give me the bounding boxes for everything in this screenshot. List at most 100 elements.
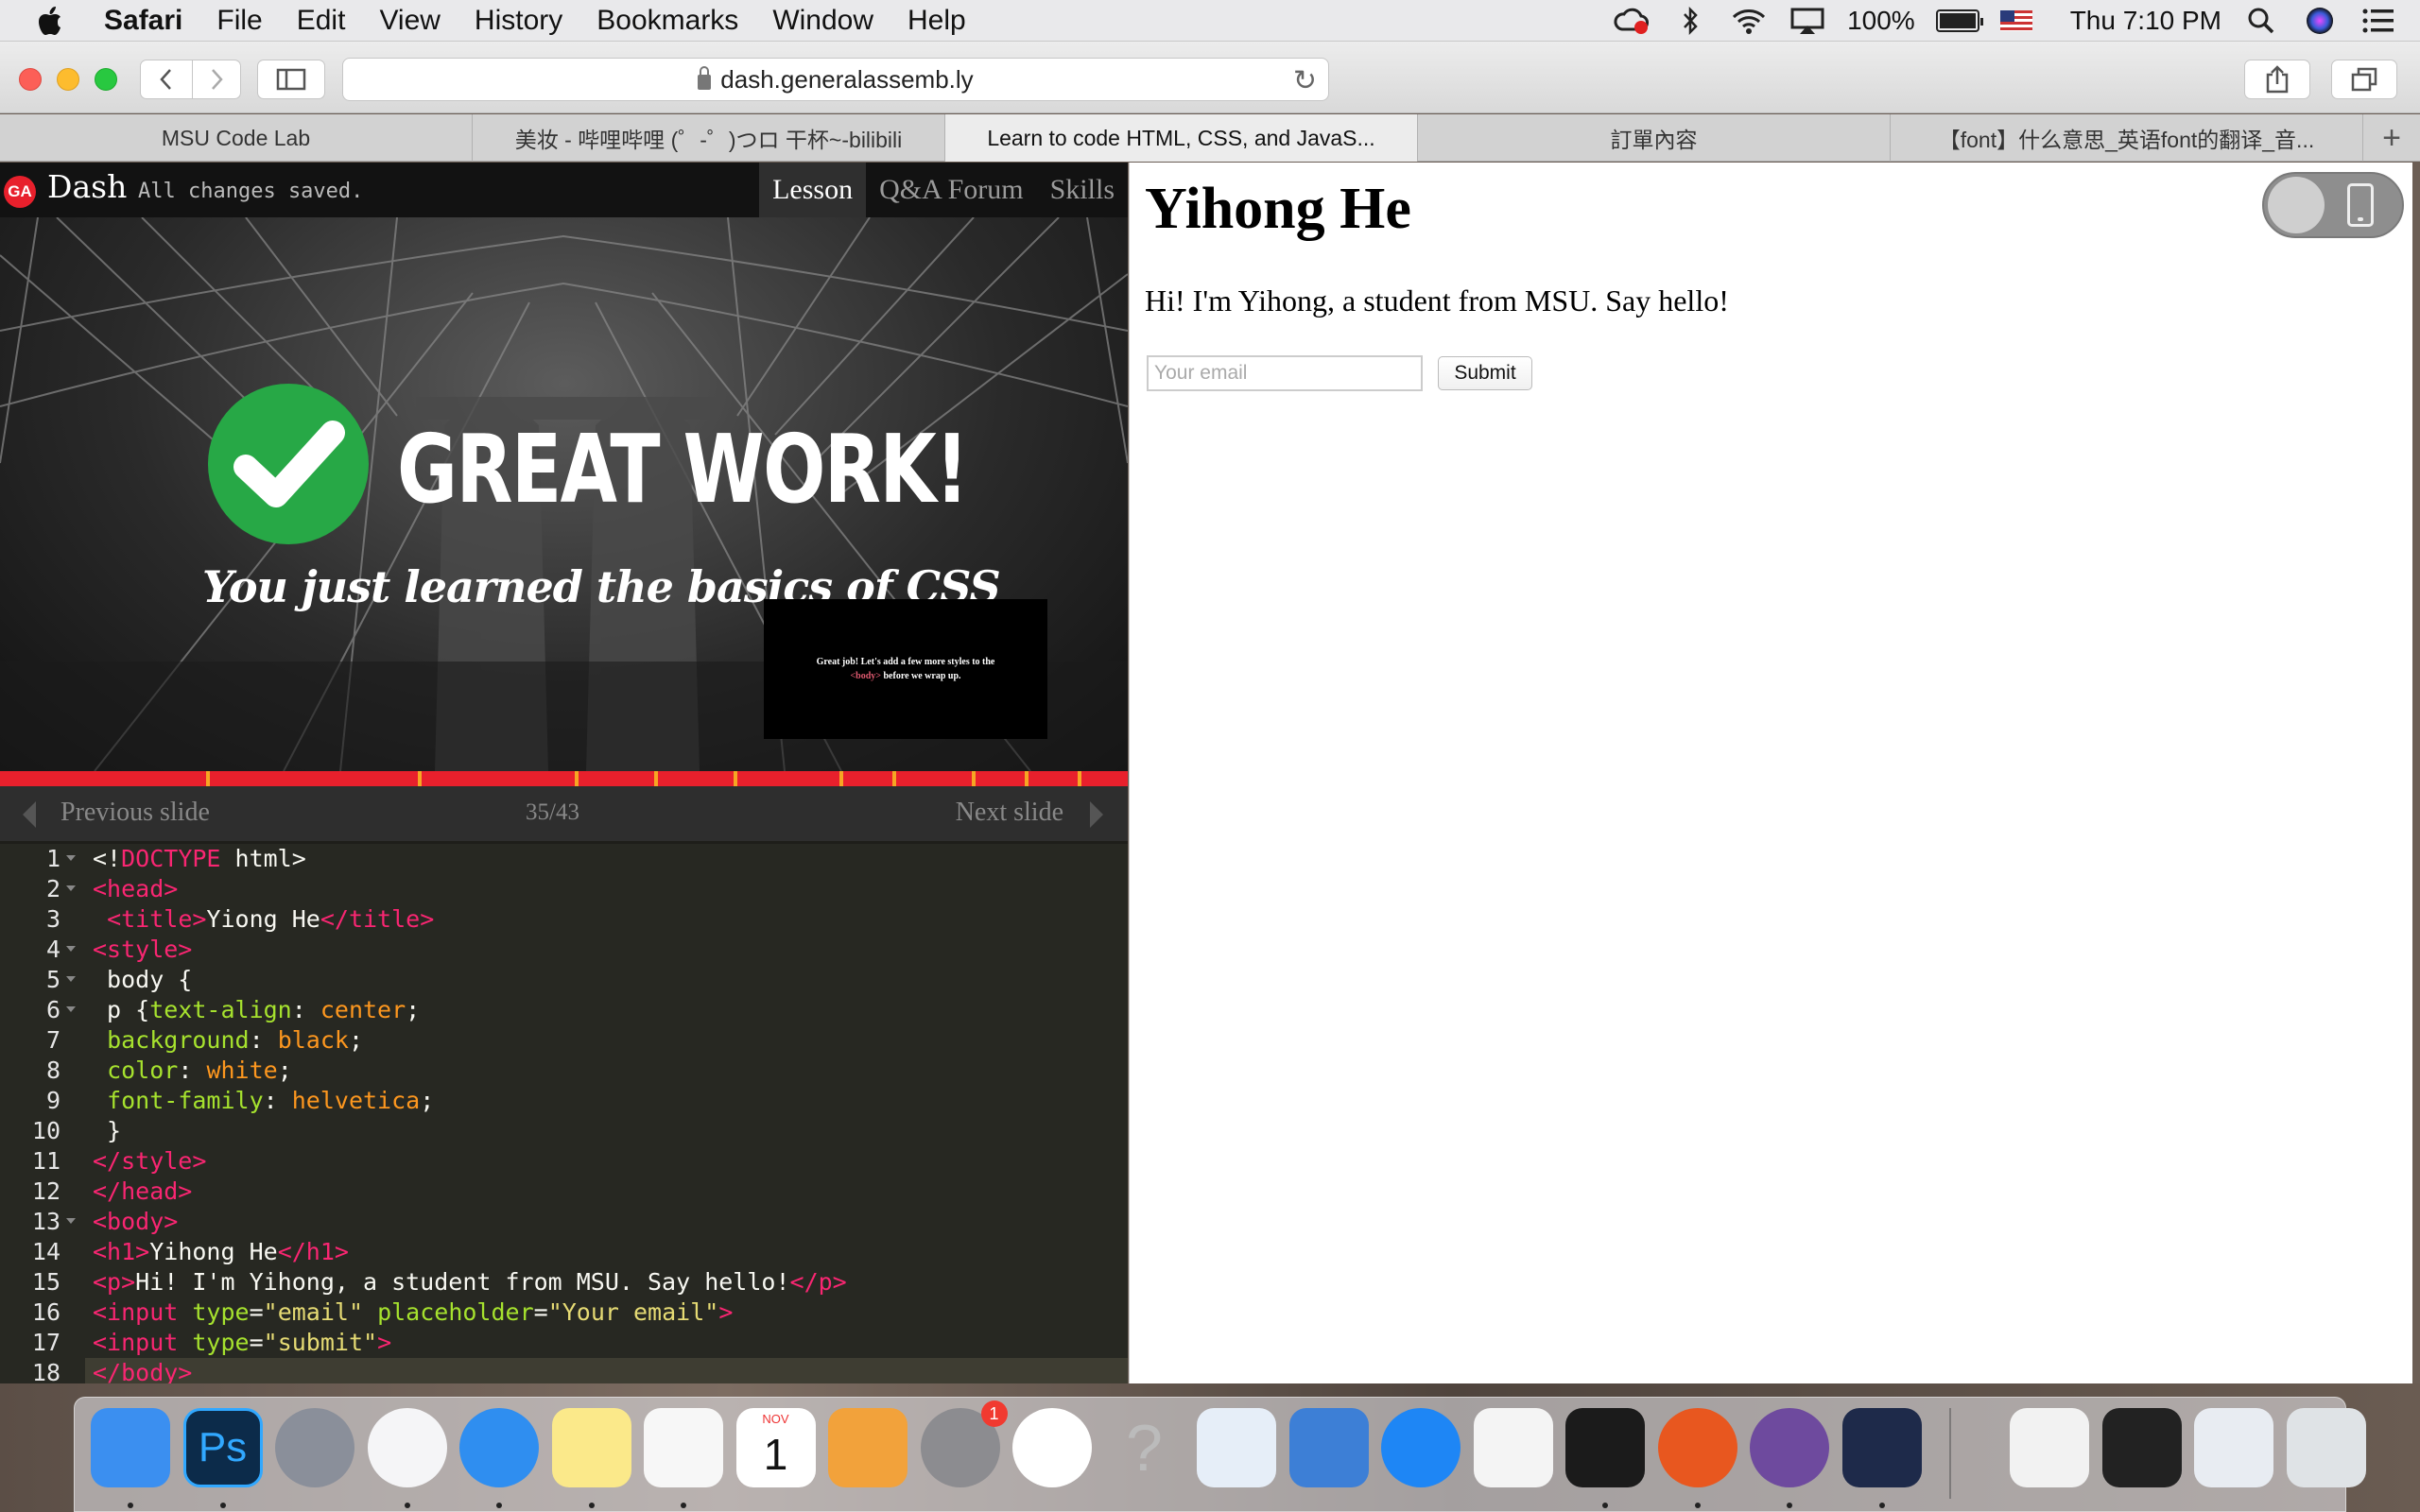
close-window-button[interactable] <box>19 68 42 91</box>
terminal-icon[interactable] <box>1565 1408 1645 1487</box>
trash-icon[interactable] <box>2286 1408 2366 1487</box>
forward-button[interactable] <box>192 60 241 99</box>
back-button[interactable] <box>140 60 193 99</box>
tab-lesson[interactable]: Lesson <box>759 163 867 217</box>
menu-history[interactable]: History <box>475 5 562 37</box>
fold-arrow-icon[interactable] <box>66 855 76 861</box>
tab-bilibili[interactable]: 美妆 - 哔哩哔哩 (゜-゜)つロ 干杯~-bilibili <box>473 114 945 162</box>
help-icon[interactable]: ? <box>1105 1408 1184 1487</box>
tab-skills[interactable]: Skills <box>1037 163 1128 217</box>
code-line[interactable]: 8 color: white; <box>0 1056 1128 1086</box>
airplay-icon[interactable] <box>1789 6 1826 36</box>
launchpad-icon[interactable] <box>275 1408 354 1487</box>
calendar-icon[interactable]: NOV 1 <box>735 1408 816 1487</box>
reminders-icon[interactable] <box>644 1408 723 1487</box>
tab-font-meaning[interactable]: 【font】什么意思_英语font的翻译_音... <box>1891 114 2363 162</box>
code-line[interactable]: 13 <body> <box>0 1207 1128 1237</box>
fold-arrow-icon[interactable] <box>66 1218 76 1224</box>
fold-arrow-icon[interactable] <box>66 885 76 891</box>
share-button[interactable] <box>2244 60 2310 99</box>
code-line[interactable]: 11 </style> <box>0 1146 1128 1177</box>
notes-icon[interactable] <box>551 1408 631 1487</box>
code-line[interactable]: 16 <input type="email" placeholder="Your … <box>0 1297 1128 1328</box>
numbers-icon[interactable] <box>1473 1408 1553 1487</box>
siri-icon[interactable] <box>2301 6 2339 36</box>
code-line[interactable]: 10 } <box>0 1116 1128 1146</box>
code-line[interactable]: 6 p {text-align: center; <box>0 995 1128 1025</box>
previous-arrow-icon[interactable] <box>23 801 36 828</box>
menu-edit[interactable]: Edit <box>297 5 346 37</box>
code-line[interactable]: 3 <title>Yiong He</title> <box>0 904 1128 935</box>
system-preferences-icon[interactable]: 1 <box>920 1400 1008 1487</box>
fold-arrow-icon[interactable] <box>66 946 76 952</box>
photoshop-icon[interactable]: Ps <box>182 1408 263 1487</box>
creative-cloud-icon[interactable] <box>1613 6 1651 36</box>
code-line[interactable]: 17 <input type="submit"> <box>0 1328 1128 1358</box>
new-tab-button[interactable]: + <box>2363 114 2420 162</box>
github-desktop-icon[interactable] <box>1750 1408 1829 1487</box>
itunes-icon[interactable] <box>367 1408 447 1487</box>
progress-tick <box>206 771 210 786</box>
menu-window[interactable]: Window <box>772 5 873 37</box>
firefox-icon[interactable] <box>1657 1408 1737 1487</box>
preview-submit-button[interactable]: Submit <box>1438 356 1532 390</box>
dash-title[interactable]: Dash <box>47 168 127 205</box>
battery-percent[interactable]: 100% <box>1847 6 1915 36</box>
apple-logo-icon[interactable] <box>38 6 62 36</box>
code-line[interactable]: 14 <h1>Yihong He</h1> <box>0 1237 1128 1267</box>
reload-icon[interactable]: ↻ <box>1293 64 1317 97</box>
menu-view[interactable]: View <box>379 5 440 37</box>
previous-slide-button[interactable]: Previous slide <box>60 798 210 828</box>
address-bar[interactable]: dash.generalassemb.ly ↻ <box>342 58 1329 101</box>
menu-app-safari[interactable]: Safari <box>104 5 182 37</box>
zoom-window-button[interactable] <box>95 68 117 91</box>
window-2-icon[interactable] <box>2101 1408 2182 1487</box>
code-editor[interactable]: 1 <!DOCTYPE html> 2 <head> 3 <title>Yiong He… <box>0 841 1128 1383</box>
show-all-tabs-button[interactable] <box>2331 60 2397 99</box>
infuse-icon[interactable] <box>1841 1408 1922 1487</box>
window-3-icon[interactable] <box>2194 1408 2273 1487</box>
pages-icon[interactable] <box>828 1408 908 1487</box>
wifi-icon[interactable] <box>1730 6 1768 36</box>
preview-email-input[interactable] <box>1147 355 1423 391</box>
safari-icon[interactable] <box>459 1408 539 1487</box>
ga-logo[interactable]: GA <box>4 176 36 208</box>
tab-qa-forum[interactable]: Q&A Forum <box>866 163 1037 217</box>
menu-clock[interactable]: Thu 7:10 PM <box>2070 6 2221 36</box>
tab-msu-code-lab[interactable]: MSU Code Lab <box>0 114 473 162</box>
tabs-overview-icon <box>2351 67 2377 92</box>
photos-icon[interactable] <box>1012 1408 1092 1487</box>
code-line[interactable]: 1 <!DOCTYPE html> <box>0 844 1128 874</box>
tab-learn-to-code[interactable]: Learn to code HTML, CSS, and JavaS... <box>945 114 1418 162</box>
tab-order-details[interactable]: 訂單內容 <box>1418 114 1891 162</box>
code-line[interactable]: 7 background: black; <box>0 1025 1128 1056</box>
next-arrow-icon[interactable] <box>1090 801 1103 828</box>
spotlight-search-icon[interactable] <box>2242 6 2280 36</box>
finder-icon[interactable] <box>91 1408 170 1487</box>
menu-help[interactable]: Help <box>908 5 966 37</box>
minimize-window-button[interactable] <box>57 68 79 91</box>
menu-file[interactable]: File <box>216 5 262 37</box>
notification-center-icon[interactable] <box>2360 6 2397 36</box>
code-line[interactable]: 5 body { <box>0 965 1128 995</box>
code-line[interactable]: 9 font-family: helvetica; <box>0 1086 1128 1116</box>
app-store-icon[interactable] <box>1381 1408 1461 1487</box>
code-line[interactable]: 2 <head> <box>0 874 1128 904</box>
bluetooth-icon[interactable] <box>1671 6 1709 36</box>
mobile-preview-toggle[interactable] <box>2262 172 2404 238</box>
next-slide-button[interactable]: Next slide <box>956 798 1063 828</box>
fold-arrow-icon[interactable] <box>66 1006 76 1012</box>
fold-arrow-icon[interactable] <box>66 976 76 982</box>
keynote-icon[interactable] <box>1288 1408 1369 1487</box>
code-line[interactable]: 12 </head> <box>0 1177 1128 1207</box>
menu-bookmarks[interactable]: Bookmarks <box>596 5 738 37</box>
window-1-icon[interactable] <box>2010 1408 2089 1487</box>
code-line[interactable]: 4 <style> <box>0 935 1128 965</box>
battery-icon[interactable] <box>1935 9 1983 32</box>
code-line[interactable]: 15 <p>Hi! I'm Yihong, a student from MSU.… <box>0 1267 1128 1297</box>
input-source-flag-icon[interactable] <box>1999 10 2032 31</box>
code-token: <head> <box>93 875 179 902</box>
sidebar-button[interactable] <box>257 60 325 99</box>
preview-icon[interactable] <box>1197 1408 1276 1487</box>
code-line[interactable]: 18 </body> <box>0 1358 1128 1383</box>
